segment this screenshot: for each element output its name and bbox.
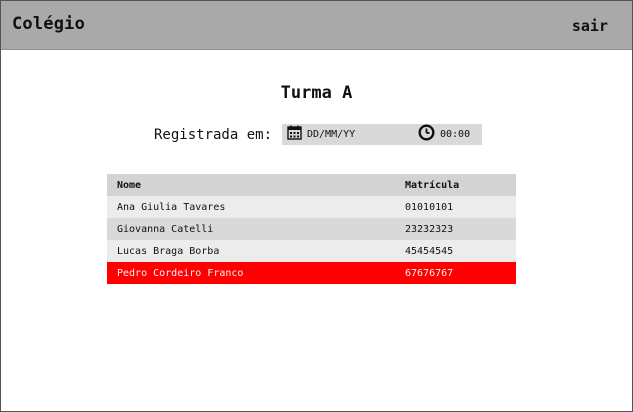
student-name: Giovanna Catelli	[117, 224, 214, 235]
student-name: Pedro Cordeiro Franco	[117, 268, 244, 279]
student-name: Ana Giulia Tavares	[117, 202, 226, 213]
table-row[interactable]: Ana Giulia Tavares 01010101	[107, 196, 516, 218]
students-table: Nome Matrícula Ana Giulia Tavares 010101…	[107, 174, 516, 284]
student-id: 23232323	[405, 224, 454, 235]
student-id: 45454545	[405, 246, 454, 257]
column-header-name: Nome	[117, 180, 142, 191]
registration-datetime-field: DD/MM/YY 00:00	[282, 124, 482, 145]
app-brand: Colégio	[12, 14, 86, 34]
column-header-id: Matrícula	[405, 180, 460, 191]
table-header-row: Nome Matrícula	[107, 174, 516, 196]
table-row[interactable]: Giovanna Catelli 23232323	[107, 218, 516, 240]
logout-button[interactable]: sair	[572, 17, 608, 35]
table-row-selected[interactable]: Pedro Cordeiro Franco 67676767	[107, 262, 516, 284]
top-bar: Colégio sair	[1, 1, 632, 50]
time-value: 00:00	[440, 129, 471, 140]
student-id: 67676767	[405, 268, 454, 279]
calendar-icon	[287, 125, 302, 144]
date-value: DD/MM/YY	[307, 129, 356, 140]
date-picker[interactable]: DD/MM/YY	[287, 125, 356, 144]
clock-icon	[418, 124, 435, 145]
page-title: Turma A	[280, 83, 353, 103]
time-picker[interactable]: 00:00	[418, 124, 471, 145]
app-window: Colégio sair Turma A Registrada em: DD/M…	[0, 0, 633, 412]
registered-label: Registrada em:	[154, 127, 273, 143]
table-row[interactable]: Lucas Braga Borba 45454545	[107, 240, 516, 262]
student-name: Lucas Braga Borba	[117, 246, 220, 257]
student-id: 01010101	[405, 202, 454, 213]
